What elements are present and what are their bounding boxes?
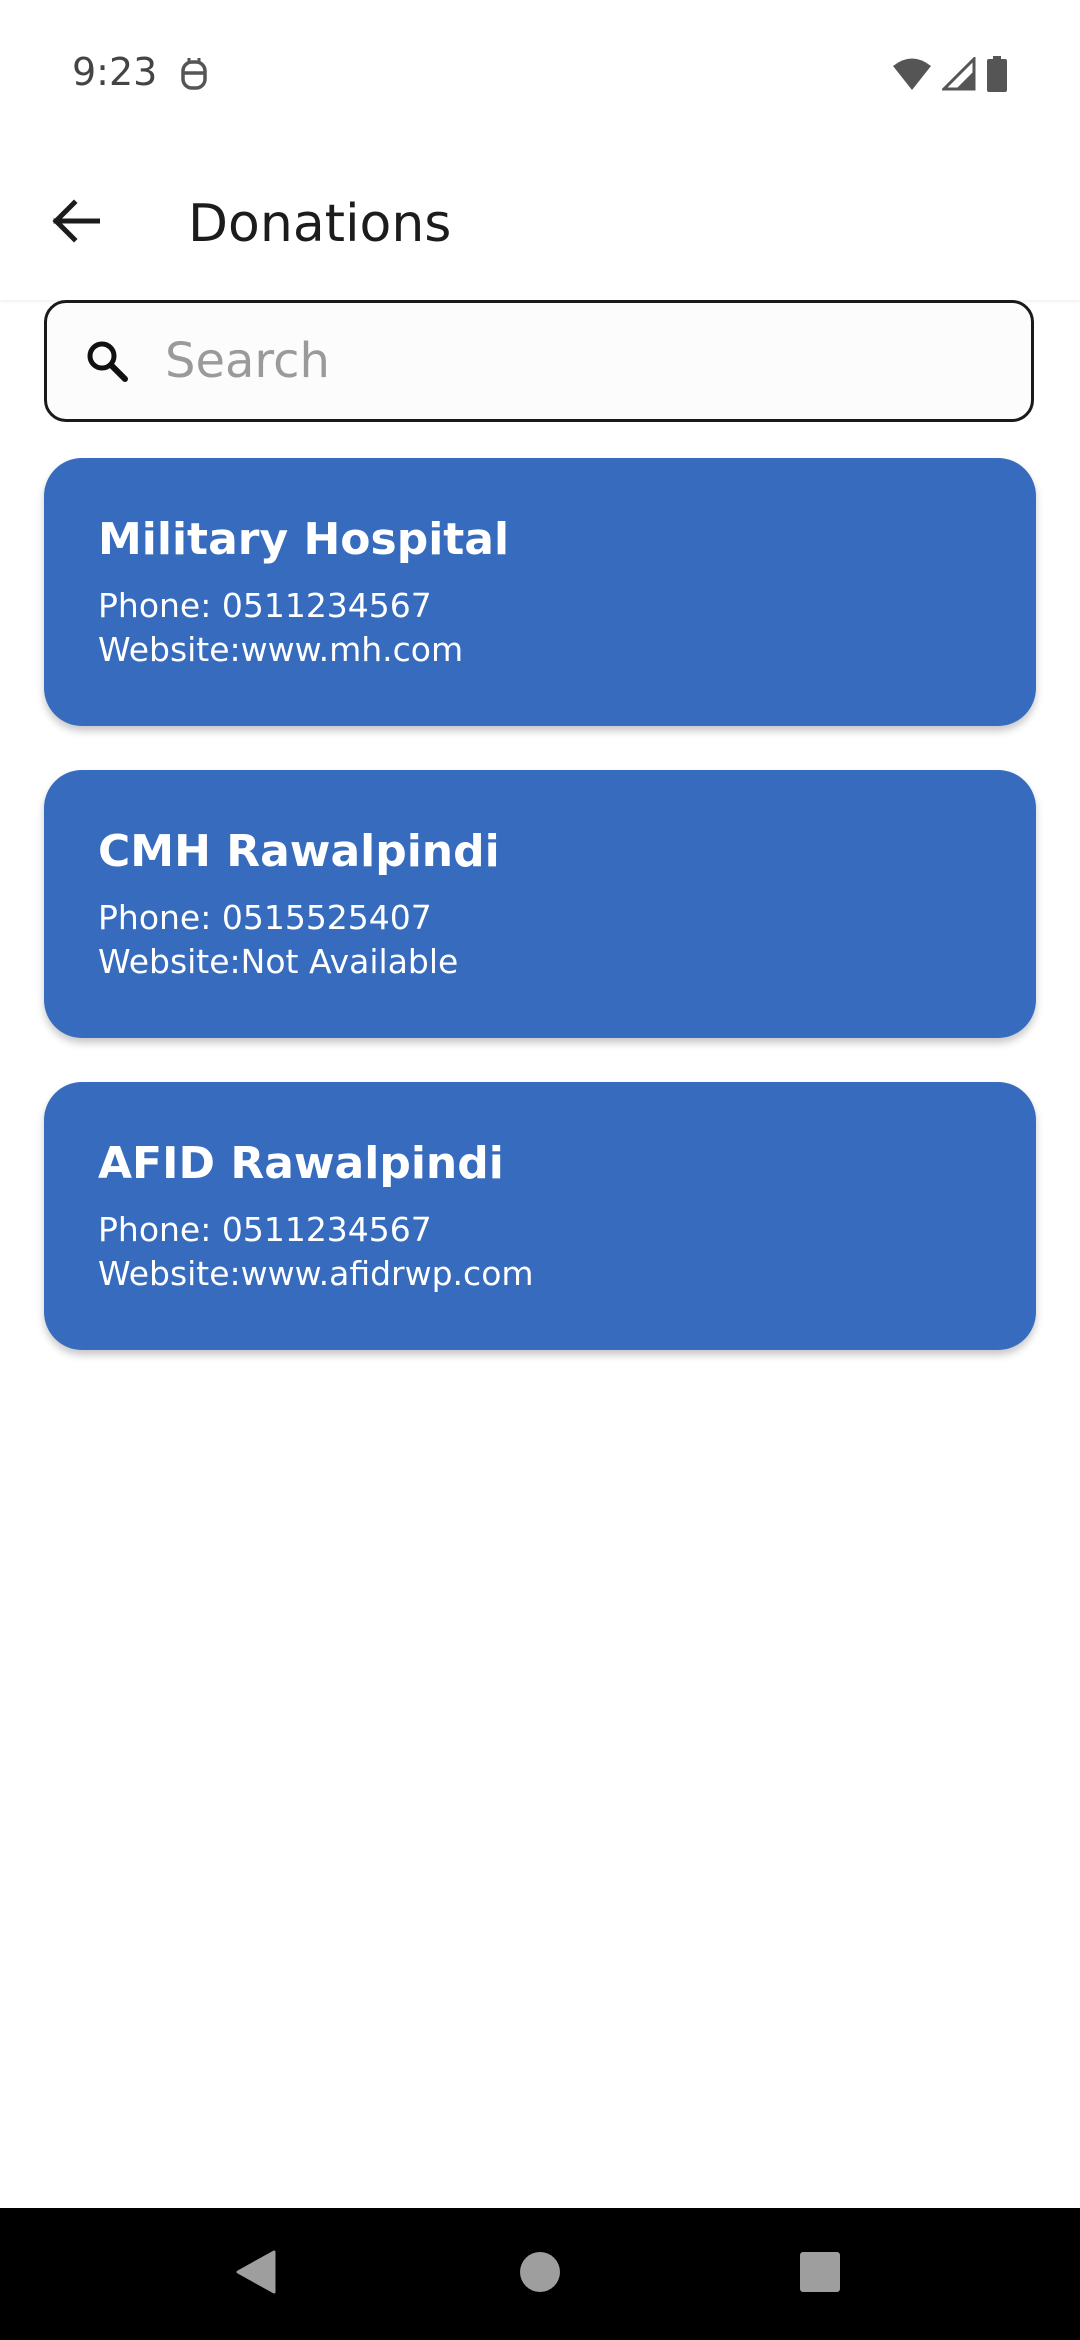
page-title: Donations [188, 194, 452, 254]
hospital-phone: Phone: 0515525407 [98, 898, 432, 937]
hospital-phone: Phone: 0511234567 [98, 586, 432, 625]
recents-square-icon [799, 2251, 841, 2298]
hospital-website: Website:www.afidrwp.com [98, 1254, 534, 1293]
hospital-card[interactable]: AFID Rawalpindi Phone: 0511234567 Websit… [44, 1082, 1036, 1350]
status-bar: 9:23 [0, 0, 1080, 150]
hospital-name: AFID Rawalpindi [98, 1138, 504, 1189]
nav-home-button[interactable] [480, 2208, 600, 2340]
nav-back-button[interactable] [196, 2208, 316, 2340]
hospital-list: Military Hospital Phone: 0511234567 Webs… [44, 458, 1036, 1394]
hospital-name: CMH Rawalpindi [98, 826, 500, 877]
back-button[interactable] [40, 188, 110, 258]
home-circle-icon [518, 2250, 562, 2299]
hospital-phone: Phone: 0511234567 [98, 1210, 432, 1249]
search-bar[interactable] [44, 300, 1034, 422]
notification-icon [180, 56, 208, 92]
status-icons [892, 55, 1008, 97]
hospital-website: Website:Not Available [98, 942, 459, 981]
search-icon [81, 335, 133, 387]
battery-icon [986, 56, 1008, 97]
cell-signal-icon [940, 55, 976, 96]
hospital-name: Military Hospital [98, 514, 510, 565]
hospital-card[interactable]: Military Hospital Phone: 0511234567 Webs… [44, 458, 1036, 726]
hospital-card[interactable]: CMH Rawalpindi Phone: 0515525407 Website… [44, 770, 1036, 1038]
arrow-back-icon [50, 198, 101, 248]
back-triangle-icon [236, 2250, 276, 2299]
status-time: 9:23 [72, 50, 158, 94]
app-bar: Donations [0, 150, 1080, 300]
system-nav-bar [0, 2208, 1080, 2340]
hospital-website: Website:www.mh.com [98, 630, 464, 669]
search-input[interactable] [163, 332, 987, 390]
nav-recents-button[interactable] [760, 2208, 880, 2340]
wifi-icon [892, 57, 932, 96]
